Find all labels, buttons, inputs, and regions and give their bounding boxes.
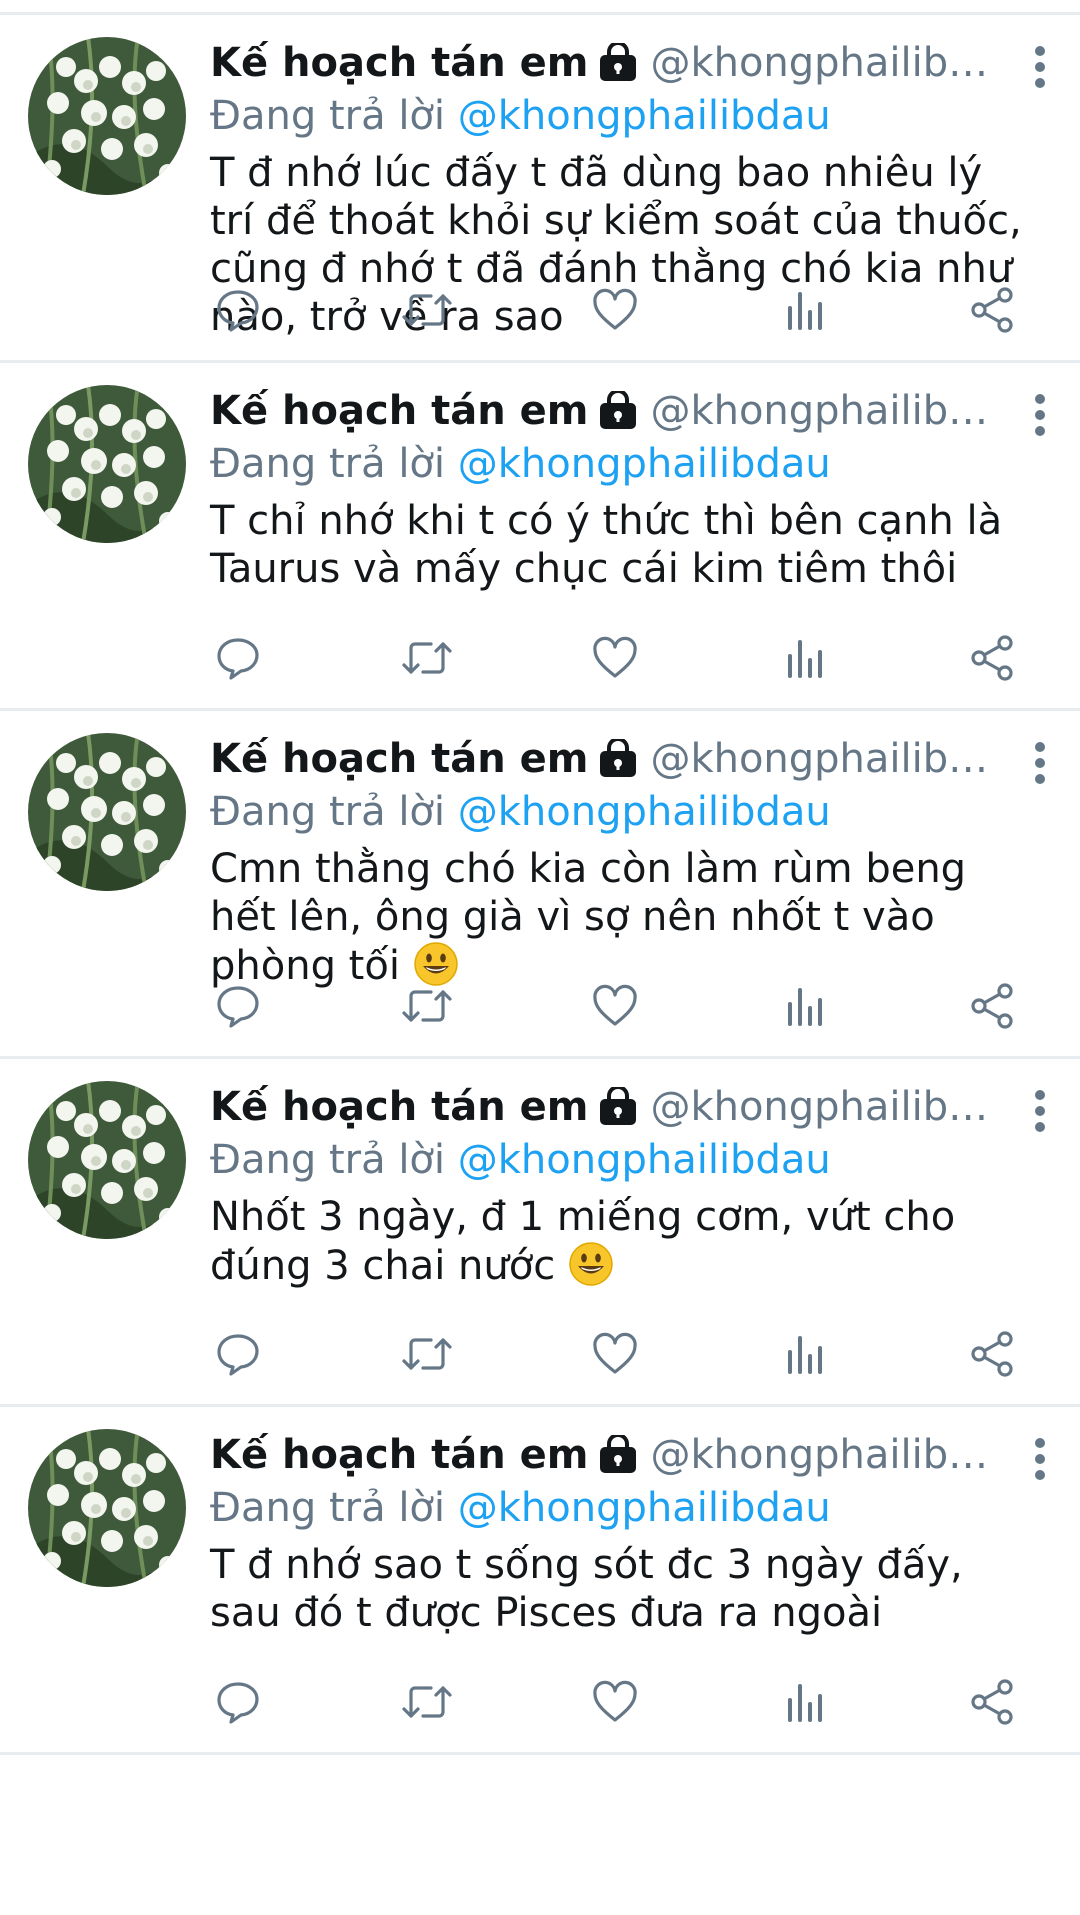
avatar[interactable] <box>28 385 186 543</box>
action-bar <box>210 1674 1020 1730</box>
tweet[interactable]: Kế hoạch tán em @khongphailibd… Đang trả… <box>0 15 1080 363</box>
reply-icon[interactable] <box>210 978 266 1034</box>
reply-mention-link[interactable]: @khongphailibdau <box>458 1485 831 1531</box>
avatar[interactable] <box>28 37 186 195</box>
heart-icon[interactable] <box>587 1326 643 1382</box>
analytics-icon[interactable] <box>776 978 832 1034</box>
replying-to-prefix: Đang trả lời <box>210 1137 458 1183</box>
reply-mention-link[interactable]: @khongphailibdau <box>458 1137 831 1183</box>
share-icon[interactable] <box>964 978 1020 1034</box>
replying-to-prefix: Đang trả lời <box>210 1485 458 1531</box>
lock-icon <box>598 737 638 779</box>
analytics-icon[interactable] <box>776 630 832 686</box>
more-vertical-icon[interactable] <box>1028 1089 1052 1133</box>
retweet-icon[interactable] <box>399 978 455 1034</box>
timeline: Kế hoạch tán em @khongphailibd… Đang trả… <box>0 15 1080 1755</box>
lock-icon <box>598 389 638 431</box>
replying-to: Đang trả lời @khongphailibdau <box>210 787 1060 837</box>
replying-to: Đang trả lời @khongphailibdau <box>210 1483 1060 1533</box>
reply-mention-link[interactable]: @khongphailibdau <box>458 441 831 487</box>
handle[interactable]: @khongphailibd… <box>650 1432 1010 1478</box>
display-name[interactable]: Kế hoạch tán em <box>210 1432 588 1478</box>
top-divider <box>0 0 1080 15</box>
replying-to: Đang trả lời @khongphailibdau <box>210 439 1060 489</box>
retweet-icon[interactable] <box>399 630 455 686</box>
display-name[interactable]: Kế hoạch tán em <box>210 736 588 782</box>
reply-icon[interactable] <box>210 1674 266 1730</box>
reply-icon[interactable] <box>210 282 266 338</box>
replying-to-prefix: Đang trả lời <box>210 789 458 835</box>
avatar[interactable] <box>28 1081 186 1239</box>
replying-to-prefix: Đang trả lời <box>210 441 458 487</box>
share-icon[interactable] <box>964 1326 1020 1382</box>
tweet-text: T đ nhớ sao t sống sót đc 3 ngày đấy, sa… <box>210 1541 1060 1637</box>
analytics-icon[interactable] <box>776 1674 832 1730</box>
lock-icon <box>598 1085 638 1127</box>
heart-icon[interactable] <box>587 978 643 1034</box>
tweet-text: T chỉ nhớ khi t có ý thức thì bên cạnh l… <box>210 497 1060 593</box>
action-bar <box>210 630 1020 686</box>
handle[interactable]: @khongphailibd… <box>650 736 1010 782</box>
reply-mention-link[interactable]: @khongphailibdau <box>458 93 831 139</box>
action-bar <box>210 282 1020 338</box>
replying-to-prefix: Đang trả lời <box>210 93 458 139</box>
handle[interactable]: @khongphailibd… <box>650 1084 1010 1130</box>
display-name[interactable]: Kế hoạch tán em <box>210 1084 588 1130</box>
tweet-text: Cmn thằng chó kia còn làm rùm beng hết l… <box>210 845 1060 990</box>
share-icon[interactable] <box>964 282 1020 338</box>
action-bar <box>210 978 1020 1034</box>
avatar[interactable] <box>28 733 186 891</box>
reply-mention-link[interactable]: @khongphailibdau <box>458 789 831 835</box>
display-name[interactable]: Kế hoạch tán em <box>210 388 588 434</box>
lock-icon <box>598 1433 638 1475</box>
reply-icon[interactable] <box>210 1326 266 1382</box>
tweet-text: Nhốt 3 ngày, đ 1 miếng cơm, vứt cho đúng… <box>210 1193 1060 1290</box>
retweet-icon[interactable] <box>399 1326 455 1382</box>
share-icon[interactable] <box>964 630 1020 686</box>
heart-icon[interactable] <box>587 630 643 686</box>
avatar[interactable] <box>28 1429 186 1587</box>
lock-icon <box>598 41 638 83</box>
retweet-icon[interactable] <box>399 1674 455 1730</box>
more-vertical-icon[interactable] <box>1028 45 1052 89</box>
tweet-text-content: T chỉ nhớ khi t có ý thức thì bên cạnh l… <box>210 498 1003 592</box>
tweet[interactable]: Kế hoạch tán em @khongphailibd… Đang trả… <box>0 1407 1080 1755</box>
more-vertical-icon[interactable] <box>1028 393 1052 437</box>
share-icon[interactable] <box>964 1674 1020 1730</box>
grinning-face-emoji <box>568 1241 614 1287</box>
more-vertical-icon[interactable] <box>1028 741 1052 785</box>
handle[interactable]: @khongphailibd… <box>650 40 1010 86</box>
display-name[interactable]: Kế hoạch tán em <box>210 40 588 86</box>
heart-icon[interactable] <box>587 282 643 338</box>
replying-to: Đang trả lời @khongphailibdau <box>210 1135 1060 1185</box>
handle[interactable]: @khongphailibd… <box>650 388 1010 434</box>
tweet-text-content: Cmn thằng chó kia còn làm rùm beng hết l… <box>210 846 967 989</box>
analytics-icon[interactable] <box>776 282 832 338</box>
retweet-icon[interactable] <box>399 282 455 338</box>
action-bar <box>210 1326 1020 1382</box>
tweet[interactable]: Kế hoạch tán em @khongphailibd… Đang trả… <box>0 711 1080 1059</box>
analytics-icon[interactable] <box>776 1326 832 1382</box>
tweet-text-content: T đ nhớ sao t sống sót đc 3 ngày đấy, sa… <box>210 1542 963 1636</box>
reply-icon[interactable] <box>210 630 266 686</box>
tweet[interactable]: Kế hoạch tán em @khongphailibd… Đang trả… <box>0 1059 1080 1407</box>
replying-to: Đang trả lời @khongphailibdau <box>210 91 1060 141</box>
heart-icon[interactable] <box>587 1674 643 1730</box>
tweet[interactable]: Kế hoạch tán em @khongphailibd… Đang trả… <box>0 363 1080 711</box>
more-vertical-icon[interactable] <box>1028 1437 1052 1481</box>
